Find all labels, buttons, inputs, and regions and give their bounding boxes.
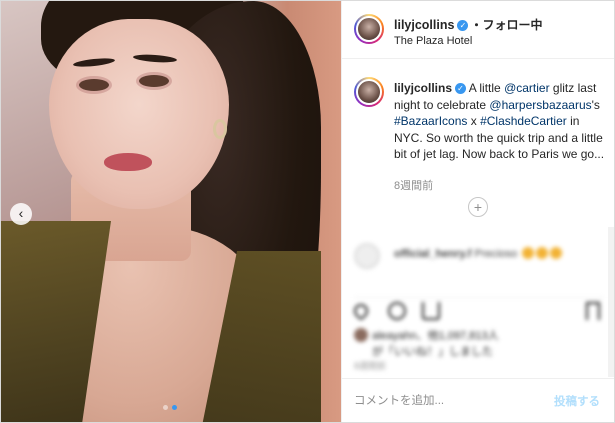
post-comment-button[interactable]: 投稿する (554, 393, 600, 409)
caption-part: A little (468, 81, 505, 95)
likes-line1: aleayahn、他1,097,813人 (372, 330, 499, 342)
header-username[interactable]: lilyjcollins (394, 18, 454, 32)
verified-icon: ✓ (457, 20, 469, 31)
header-username-row: lilyjcollins ✓ ・フォロー中 (394, 16, 542, 33)
caption-mention-cartier[interactable]: @cartier (504, 81, 550, 95)
caption-hashtag-clashdecartier[interactable]: #ClashdeCartier (480, 114, 567, 128)
share-icon[interactable] (422, 302, 440, 320)
add-comment-bar: 投稿する (342, 378, 614, 422)
photo-earring (213, 119, 227, 139)
post-photo[interactable]: ‹ (1, 1, 341, 422)
comment-username[interactable]: official_henry.f (394, 248, 471, 260)
comment-icon[interactable] (388, 302, 406, 320)
bookmark-icon[interactable] (586, 302, 600, 320)
emoji-icon (536, 247, 549, 259)
photo-eye-right (139, 75, 169, 87)
instagram-post: ‹ lilyjcollins ✓ ・フォロー中 The Plaza Hotel li… (0, 0, 615, 423)
liker-avatar (354, 328, 368, 342)
heart-icon[interactable] (351, 301, 371, 321)
comment-input[interactable] (354, 392, 544, 410)
likes-line2: が「いいね！」しました (372, 346, 493, 358)
caption-age: 8週間前 (394, 180, 434, 192)
caption-avatar[interactable] (354, 77, 384, 107)
caption-hashtag-bazaaricons[interactable]: #BazaarIcons (394, 114, 467, 128)
caption-text: lilyjcollins ✓ A little @cartier glitz la… (394, 80, 606, 163)
caption-part: x (467, 114, 481, 128)
post-side-panel: lilyjcollins ✓ ・フォロー中 The Plaza Hotel lily… (341, 1, 614, 422)
photo-lips (104, 153, 152, 171)
comment-item: official_henry.f Precioso (354, 239, 604, 279)
photo-eye-left (79, 79, 109, 91)
caption-part: 's (591, 97, 600, 112)
post-date: 8週間前 (354, 361, 387, 371)
blurred-section: official_henry.f Precioso aleayahn、他1,09… (342, 227, 614, 371)
post-header: lilyjcollins ✓ ・フォロー中 The Plaza Hotel (342, 1, 614, 59)
comment-body: Precioso (474, 248, 518, 260)
following-label[interactable]: ・フォロー中 (470, 18, 542, 32)
carousel-dot (163, 405, 168, 410)
verified-icon: ✓ (455, 83, 467, 94)
caption-mention-harpersbazaarus[interactable]: @harpersbazaarus (489, 98, 591, 112)
caption-username[interactable]: lilyjcollins (394, 81, 452, 95)
load-more-comments-button[interactable]: + (468, 197, 488, 217)
emoji-icon (550, 247, 563, 259)
emoji-icon (522, 247, 535, 259)
likes-summary[interactable]: aleayahn、他1,097,813人 (354, 327, 499, 343)
header-avatar[interactable] (354, 14, 384, 44)
comment-text: official_henry.f Precioso (394, 247, 563, 260)
action-bar (351, 297, 604, 321)
carousel-dot-active (172, 405, 177, 410)
carousel-dots (163, 405, 177, 410)
post-location[interactable]: The Plaza Hotel (394, 35, 472, 47)
carousel-prev-button[interactable]: ‹ (10, 203, 32, 225)
comment-avatar[interactable] (354, 243, 380, 269)
